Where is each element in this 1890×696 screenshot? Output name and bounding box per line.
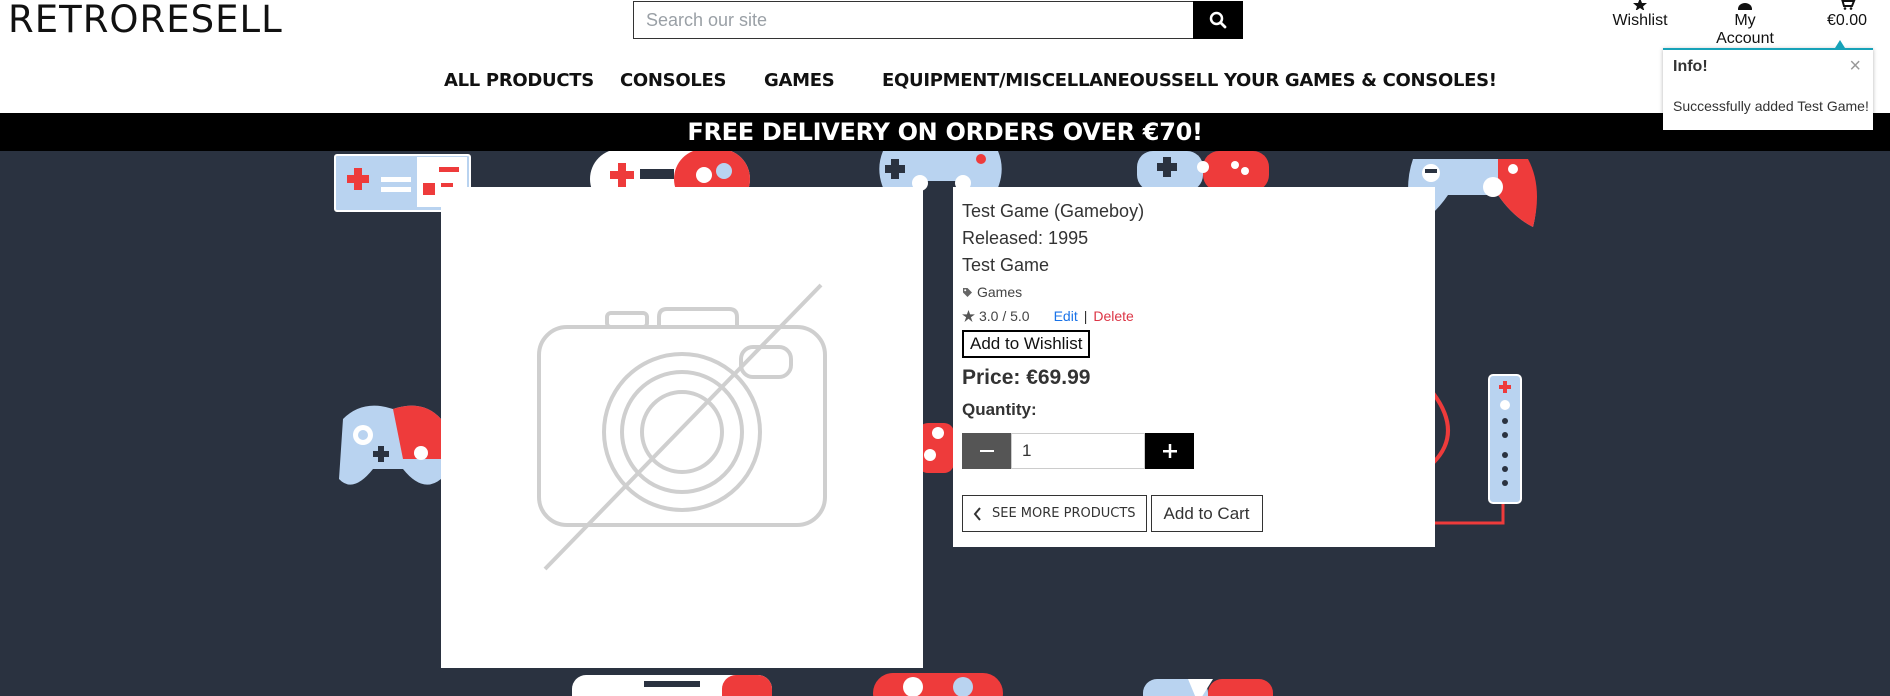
link-separator: | <box>1083 308 1088 324</box>
background-pattern <box>0 151 1890 696</box>
wiiu-controller-illustration <box>572 675 772 696</box>
quantity-stepper <box>962 433 1194 469</box>
chevron-left-icon <box>973 506 981 521</box>
nav-games[interactable]: GAMES <box>764 70 835 91</box>
product-description: Test Game <box>962 255 1050 275</box>
controller-illustration-bottom-2 <box>1143 679 1273 696</box>
toast-message: Successfully added Test Game! <box>1673 98 1869 114</box>
account-link[interactable]: My Account <box>1706 0 1784 48</box>
add-to-cart-button[interactable]: Add to Cart <box>1150 495 1263 532</box>
toast-arrow <box>1835 40 1845 48</box>
site-logo[interactable]: RETRORESELL <box>8 0 283 40</box>
product-image <box>441 187 923 668</box>
quantity-input[interactable] <box>1011 433 1145 469</box>
search-button[interactable] <box>1193 1 1243 39</box>
quantity-label: Quantity: <box>962 400 1037 419</box>
plus-icon <box>1162 444 1177 458</box>
toast-notification: Info! × Successfully added Test Game! <box>1663 40 1873 130</box>
wiimote-illustration <box>1433 374 1522 525</box>
wishlist-link[interactable]: Wishlist <box>1612 0 1668 30</box>
wishlist-label: Wishlist <box>1612 12 1668 29</box>
close-icon[interactable]: × <box>1849 55 1861 78</box>
search-icon <box>1209 11 1227 29</box>
account-label: My Account <box>1716 12 1774 47</box>
cart-icon <box>1823 0 1871 12</box>
nav-all-products[interactable]: ALL PRODUCTS <box>444 70 594 91</box>
nav-consoles[interactable]: CONSOLES <box>620 70 726 91</box>
increment-button[interactable] <box>1145 433 1194 469</box>
product-price: Price: €69.99 <box>962 366 1091 389</box>
product-rating: 3.0 / 5.0 <box>979 308 1030 324</box>
user-icon <box>1706 0 1784 12</box>
gamecube-controller-illustration <box>339 405 441 485</box>
search-form <box>633 1 1243 39</box>
product-category[interactable]: Games <box>977 284 1022 300</box>
search-input[interactable] <box>633 1 1193 39</box>
controller-illustration-mid <box>918 423 954 473</box>
delivery-banner: FREE DELIVERY ON ORDERS OVER €70! <box>0 113 1890 151</box>
decrement-button[interactable] <box>962 433 1011 469</box>
star-icon <box>962 310 975 322</box>
delete-link[interactable]: Delete <box>1093 308 1133 324</box>
product-rating-row: 3.0 / 5.0 Edit | Delete <box>962 308 1426 324</box>
product-released: Released: 1995 <box>962 228 1089 248</box>
no-image-camera-icon <box>537 283 827 571</box>
toast-title: Info! <box>1673 58 1708 75</box>
controller-illustration-bottom-1 <box>873 673 1003 696</box>
nav-sell[interactable]: SELL YOUR GAMES & CONSOLES! <box>1171 70 1497 91</box>
cart-total: €0.00 <box>1826 12 1868 29</box>
add-to-wishlist-button[interactable]: Add to Wishlist <box>962 330 1091 358</box>
minus-icon <box>979 450 994 452</box>
tag-icon <box>963 287 972 297</box>
star-icon <box>1612 0 1668 12</box>
product-actions: SEE MORE PRODUCTS Add to Cart <box>962 495 1426 532</box>
edit-link[interactable]: Edit <box>1054 308 1078 324</box>
product-category-row: Games <box>962 284 1426 300</box>
see-more-products-button[interactable]: SEE MORE PRODUCTS <box>962 495 1147 532</box>
product-details: Test Game (Gameboy) Released: 1995 Test … <box>953 187 1435 547</box>
cart-link[interactable]: €0.00 <box>1823 0 1871 30</box>
nav-equipment[interactable]: EQUIPMENT/MISCELLANEOUS <box>882 70 1172 91</box>
see-more-label: SEE MORE PRODUCTS <box>992 506 1136 521</box>
product-name: Test Game (Gameboy) <box>962 201 1145 221</box>
